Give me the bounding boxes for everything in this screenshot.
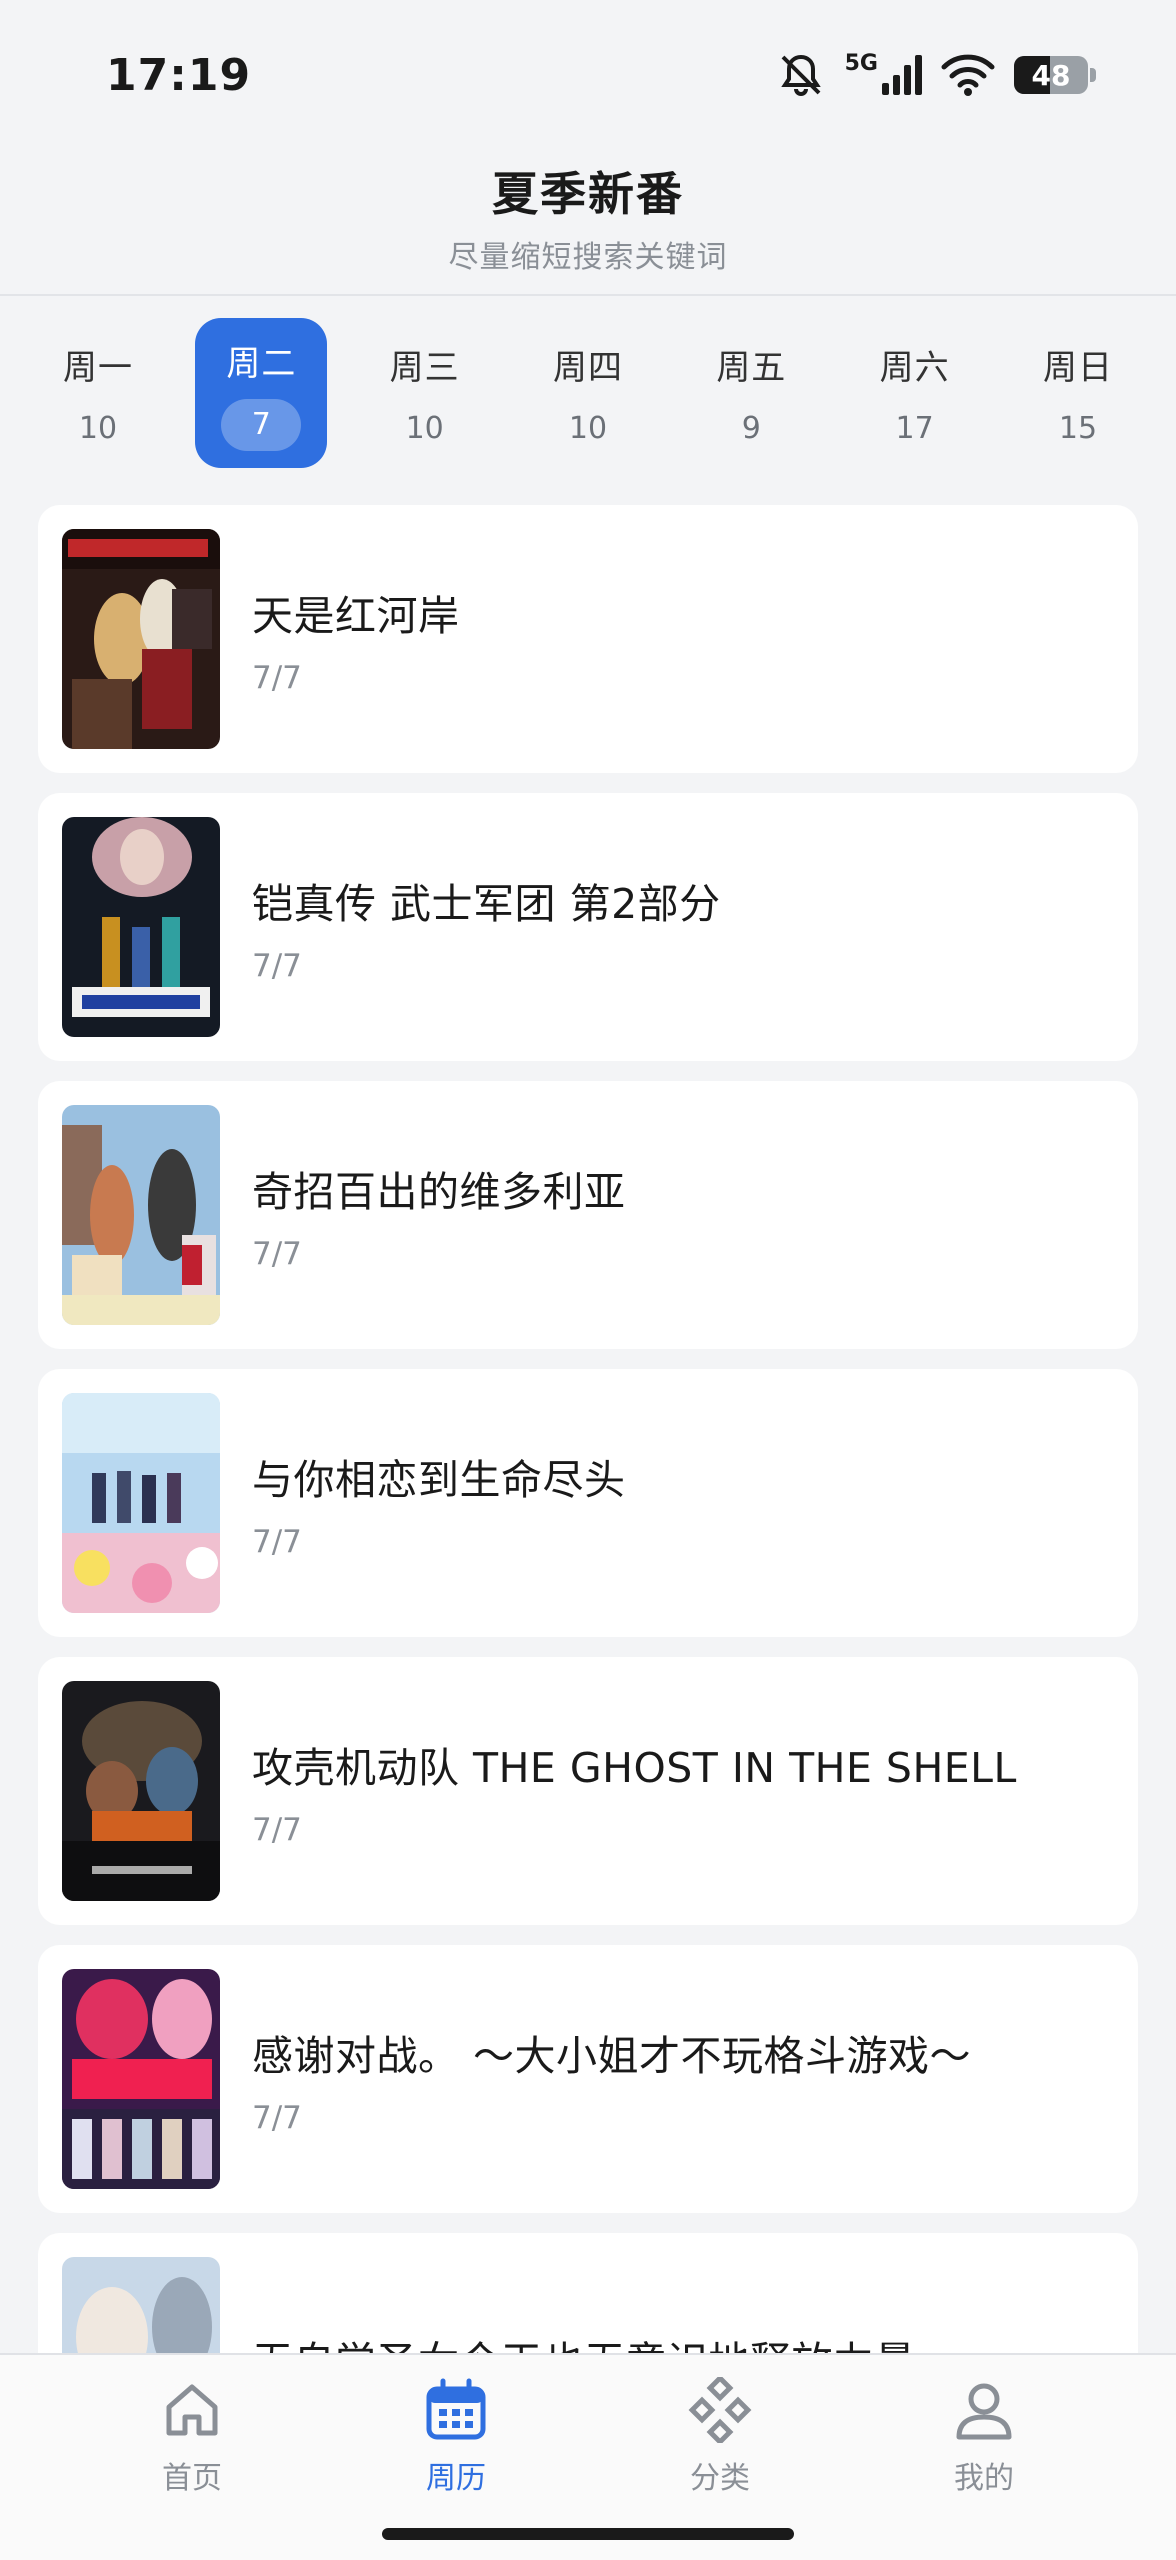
day-name: 周四 <box>552 348 623 388</box>
signal-bars-icon <box>882 55 922 95</box>
anime-title: 感谢对战。 ～大小姐才不玩格斗游戏～ <box>252 2032 972 2080</box>
day-name: 周一 <box>63 348 133 388</box>
anime-card[interactable]: 攻壳机动队 THE GHOST IN THE SHELL 7/7 <box>38 1657 1138 1925</box>
cellular-signal: 5G <box>845 53 922 97</box>
tab-label: 首页 <box>162 2461 222 2496</box>
battery-icon: 48 <box>1014 56 1088 94</box>
anime-title: 攻壳机动队 THE GHOST IN THE SHELL <box>252 1744 1017 1792</box>
page-title: 夏季新番 <box>492 167 684 221</box>
day-count: 17 <box>895 411 934 446</box>
episode-progress: 7/7 <box>252 1812 302 1848</box>
day-count: 15 <box>1058 411 1098 446</box>
battery-tip <box>1090 68 1096 82</box>
anime-poster <box>62 529 220 749</box>
tab-home[interactable]: 首页 <box>102 2377 282 2560</box>
anime-card[interactable]: 奇招百出的维多利亚 7/7 <box>38 1081 1138 1349</box>
wifi-icon <box>941 54 995 96</box>
mute-bell-icon <box>780 54 821 96</box>
anime-poster <box>62 817 220 1037</box>
anime-title: 铠真传 武士军团 第2部分 <box>252 880 721 928</box>
weekday-selector: 周一 10 周二 7 周三 10 周四 10 周五 9 周六 17 周日 15 <box>32 318 1144 468</box>
profile-icon <box>956 2383 1012 2440</box>
anime-card[interactable]: 无自觉圣女今天也无意识地释放力量 <box>38 2233 1138 2353</box>
day-count: 10 <box>78 411 118 446</box>
anime-title: 奇招百出的维多利亚 <box>252 1168 626 1216</box>
day-name: 周五 <box>716 348 787 388</box>
anime-title: 天是红河岸 <box>252 592 460 640</box>
day-tab-sunday[interactable]: 周日 15 <box>1012 318 1144 468</box>
day-name: 周六 <box>879 348 950 388</box>
day-name: 周二 <box>226 343 297 384</box>
home-icon <box>166 2384 218 2436</box>
network-type: 5G <box>844 51 878 76</box>
anime-poster <box>62 1969 220 2189</box>
anime-card[interactable]: 天是红河岸 7/7 <box>38 505 1138 773</box>
day-tab-wednesday[interactable]: 周三 10 <box>359 318 491 468</box>
day-name: 周三 <box>389 348 460 388</box>
episode-progress: 7/7 <box>252 1236 302 1272</box>
anime-list: 天是红河岸 7/7 铠真传 武士军团 第2部分 7/7 奇招百出的维多利亚 7/… <box>38 505 1138 2353</box>
tab-label: 分类 <box>690 2461 750 2496</box>
anime-title: 无自觉圣女今天也无意识地释放力量 <box>252 2328 916 2353</box>
tab-profile[interactable]: 我的 <box>894 2377 1074 2560</box>
day-count: 10 <box>405 411 444 446</box>
anime-card[interactable]: 感谢对战。 ～大小姐才不玩格斗游戏～ 7/7 <box>38 1945 1138 2213</box>
anime-card[interactable]: 铠真传 武士军团 第2部分 7/7 <box>38 793 1138 1061</box>
day-name: 周日 <box>1042 348 1113 388</box>
category-icon <box>688 2377 752 2443</box>
episode-progress: 7/7 <box>252 948 302 984</box>
battery-indicator: 48 <box>1014 56 1096 94</box>
tab-label: 我的 <box>954 2461 1014 2496</box>
day-tab-saturday[interactable]: 周六 17 <box>849 318 981 468</box>
status-bar: 17:19 5G 48 <box>0 0 1176 150</box>
episode-progress: 7/7 <box>252 1524 302 1560</box>
status-icons: 5G 48 <box>775 49 1096 101</box>
anime-title: 与你相恋到生命尽头 <box>252 1456 626 1504</box>
day-tab-thursday[interactable]: 周四 10 <box>522 318 654 468</box>
page-subtitle: 尽量缩短搜索关键词 <box>448 240 728 275</box>
battery-level: 48 <box>1031 58 1071 92</box>
page-header: 夏季新番 尽量缩短搜索关键词 <box>0 150 1176 296</box>
anime-poster <box>62 1393 220 1613</box>
tab-label: 周历 <box>426 2461 486 2496</box>
day-count: 9 <box>741 411 761 446</box>
day-tab-tuesday[interactable]: 周二 7 <box>195 318 328 468</box>
day-tab-monday[interactable]: 周一 10 <box>32 318 164 468</box>
anime-poster <box>62 1105 220 1325</box>
day-count: 7 <box>221 398 302 451</box>
anime-card[interactable]: 与你相恋到生命尽头 7/7 <box>38 1369 1138 1637</box>
status-time: 17:19 <box>106 49 252 101</box>
anime-poster <box>62 1681 220 1901</box>
episode-progress: 7/7 <box>252 2100 302 2136</box>
episode-progress: 7/7 <box>252 660 302 696</box>
day-count: 10 <box>568 411 608 446</box>
calendar-icon <box>426 2378 486 2440</box>
anime-poster <box>62 2257 220 2353</box>
day-tab-friday[interactable]: 周五 9 <box>685 318 817 468</box>
home-indicator[interactable] <box>382 2528 794 2540</box>
